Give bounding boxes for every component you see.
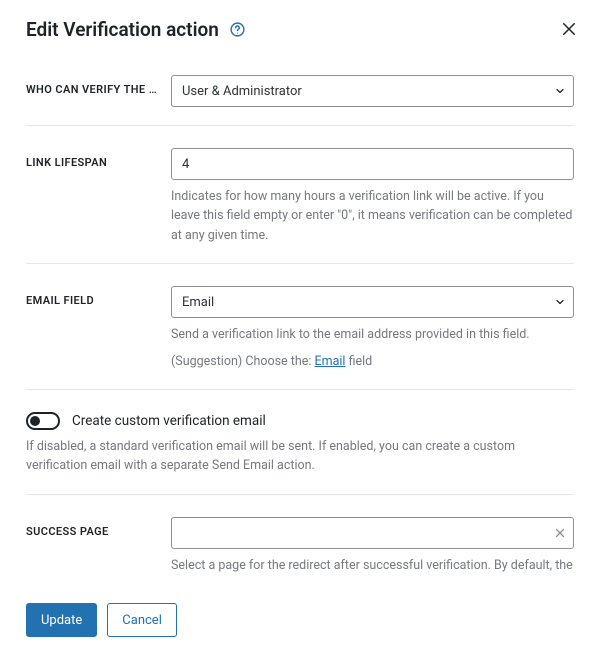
dialog-footer: Update Cancel bbox=[26, 603, 574, 637]
who-can-verify-select[interactable] bbox=[171, 75, 574, 107]
row-success-page: SUCCESS PAGE Select a page for the redir… bbox=[26, 494, 574, 581]
email-field-value[interactable] bbox=[171, 286, 574, 318]
row-who-can-verify: WHO CAN VERIFY THE S… bbox=[26, 63, 574, 113]
toggle-knob bbox=[30, 416, 40, 426]
success-page-hint: Select a page for the redirect after suc… bbox=[171, 556, 574, 575]
email-field-label: EMAIL FIELD bbox=[26, 286, 171, 307]
who-can-verify-label: WHO CAN VERIFY THE S… bbox=[26, 75, 171, 96]
email-field-suggestion-link[interactable]: Email bbox=[315, 354, 346, 369]
email-field-hint-2: (Suggestion) Choose the: Email field bbox=[171, 352, 574, 371]
success-page-select[interactable] bbox=[171, 517, 574, 549]
success-page-input[interactable] bbox=[171, 517, 574, 549]
link-lifespan-hint: Indicates for how many hours a verificat… bbox=[171, 187, 574, 245]
email-field-select[interactable] bbox=[171, 286, 574, 318]
email-field-hint-1: Send a verification link to the email ad… bbox=[171, 325, 574, 344]
section-custom-email: Create custom verification email If disa… bbox=[26, 389, 574, 482]
row-link-lifespan: LINK LIFESPAN Indicates for how many hou… bbox=[26, 125, 574, 251]
success-page-label: SUCCESS PAGE bbox=[26, 517, 171, 538]
custom-email-toggle-row: Create custom verification email bbox=[26, 412, 574, 430]
link-lifespan-label: LINK LIFESPAN bbox=[26, 148, 171, 169]
custom-email-hint: If disabled, a standard verification ema… bbox=[26, 437, 574, 476]
update-button[interactable]: Update bbox=[26, 603, 97, 637]
custom-email-toggle[interactable] bbox=[26, 412, 60, 430]
cancel-button[interactable]: Cancel bbox=[107, 603, 177, 637]
close-button[interactable] bbox=[560, 20, 578, 38]
who-can-verify-value[interactable] bbox=[171, 75, 574, 107]
email-field-hint-2-suffix: field bbox=[345, 354, 372, 369]
edit-verification-action-dialog: Edit Verification action WHO CAN VERIFY … bbox=[0, 0, 600, 659]
row-email-field: EMAIL FIELD Send a verification link to … bbox=[26, 263, 574, 377]
clear-icon[interactable] bbox=[554, 527, 566, 539]
email-field-hint-2-prefix: (Suggestion) Choose the: bbox=[171, 354, 315, 369]
custom-email-toggle-label: Create custom verification email bbox=[72, 413, 266, 429]
dialog-header: Edit Verification action bbox=[26, 18, 574, 41]
dialog-title: Edit Verification action bbox=[26, 18, 219, 41]
link-lifespan-input[interactable] bbox=[171, 148, 574, 180]
help-icon[interactable] bbox=[229, 21, 246, 38]
